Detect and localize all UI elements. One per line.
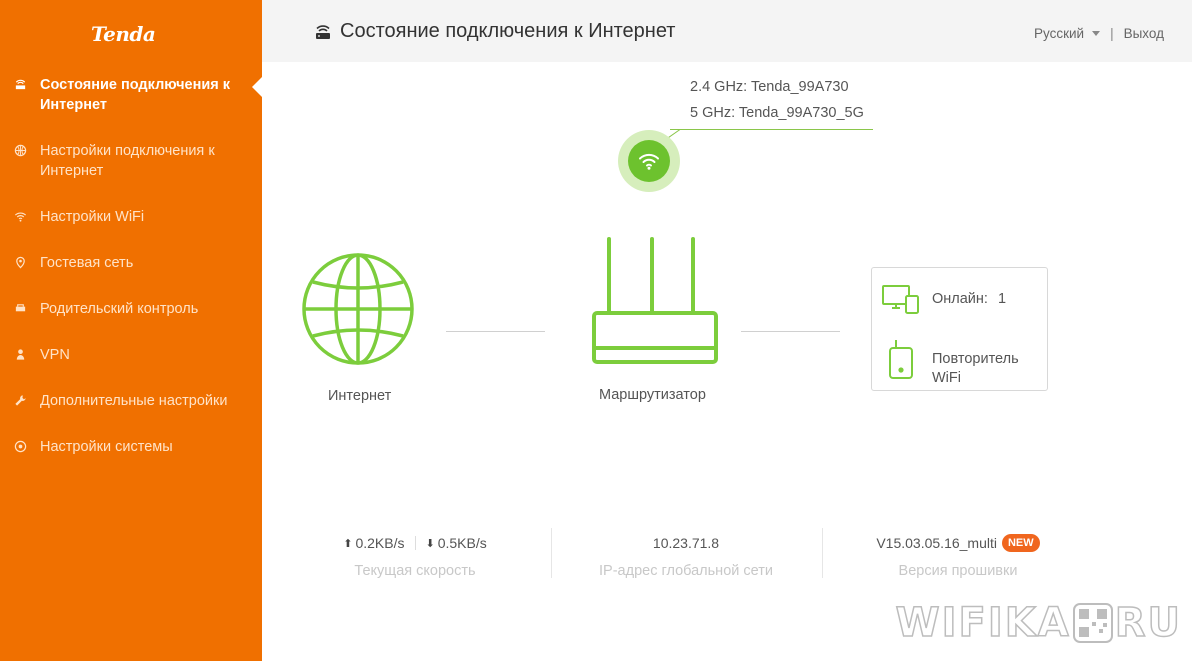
page-title-text: Состояние подключения к Интернет <box>340 20 676 42</box>
router-status-icon <box>0 75 40 91</box>
sidebar-item-label: VPN <box>40 347 70 363</box>
logout-link[interactable]: Выход <box>1124 26 1164 41</box>
wifi-status-button[interactable] <box>618 130 680 192</box>
sidebar-item-parental-control[interactable]: Родительский контроль <box>0 299 262 319</box>
sidebar-item-label: Гостевая сеть <box>40 255 134 271</box>
sidebar-item-system[interactable]: Настройки системы <box>0 437 262 457</box>
firmware-label: Версия прошивки <box>898 563 1018 579</box>
language-select[interactable]: Русский <box>1033 26 1101 41</box>
ssid-5ghz: 5 GHz: Tenda_99A730_5G <box>690 105 864 121</box>
online-count: 1 <box>997 291 1007 307</box>
watermark-text-left: WIFIKA <box>895 599 1071 647</box>
new-firmware-badge[interactable]: NEW <box>1001 534 1040 552</box>
watermark-text-right: RU <box>1114 599 1182 647</box>
system-icon <box>0 437 40 453</box>
sidebar-item-label: Дополнительные настройки <box>40 393 228 409</box>
firmware-value: V15.03.05.16_multi <box>876 535 997 551</box>
language-value: Русский <box>1033 26 1085 41</box>
active-pointer <box>252 77 262 97</box>
download-speed: 0.5KB/s <box>437 535 487 551</box>
devices-icon <box>882 285 919 314</box>
qr-icon <box>1072 603 1113 643</box>
arrow-up-icon: ⬆ <box>343 537 353 550</box>
header-actions: Русский | Выход <box>1034 26 1164 41</box>
sidebar-item-label: Настройки системы <box>40 439 173 455</box>
sidebar-item-advanced[interactable]: Дополнительные настройки <box>0 391 262 411</box>
vpn-icon <box>0 345 40 361</box>
speed-label: Текущая скорость <box>354 563 476 579</box>
router-status-icon <box>316 24 330 39</box>
online-label: Онлайн: <box>932 291 988 307</box>
internet-globe-icon[interactable] <box>301 252 415 366</box>
arrow-down-icon: ⬇ <box>425 537 435 550</box>
header: Состояние подключения к Интернет Русский… <box>262 0 1192 62</box>
repeater-label: Повторитель WiFi <box>932 351 1019 386</box>
wifika-watermark: WIFIKA RU <box>895 599 1182 647</box>
router-label: Маршрутизатор <box>599 387 706 403</box>
repeater-icon <box>889 340 913 379</box>
sidebar-item-internet-status[interactable]: Состояние подключения к Интернет <box>0 75 262 115</box>
parental-icon <box>0 299 40 315</box>
ssid-connector-line <box>670 129 873 130</box>
wifi-repeater[interactable]: Повторитель WiFi <box>882 338 1032 388</box>
internet-router-line <box>446 331 545 332</box>
sidebar-item-label: Настройки WiFi <box>40 209 145 225</box>
sidebar-item-label: Состояние подключения к Интернет <box>40 77 231 113</box>
router-icon[interactable] <box>590 234 720 368</box>
guest-icon <box>0 253 40 269</box>
wrench-icon <box>0 391 40 407</box>
ssid-24ghz: 2.4 GHz: Tenda_99A730 <box>690 79 849 95</box>
router-clients-line <box>741 331 840 332</box>
sidebar-item-label: Родительский контроль <box>40 301 199 317</box>
ip-value: 10.23.71.8 <box>652 535 720 551</box>
firmware-version: V15.03.05.16_multi NEW Версия прошивки <box>838 533 1078 579</box>
sidebar-item-guest-network[interactable]: Гостевая сеть <box>0 253 262 273</box>
globe-icon <box>0 141 40 157</box>
sidebar-item-label: Настройки подключения к Интернет <box>40 143 215 179</box>
sidebar-item-vpn[interactable]: VPN <box>0 345 262 365</box>
chevron-down-icon <box>1092 31 1101 36</box>
firmware-values: V15.03.05.16_multi NEW <box>838 533 1078 553</box>
wan-ip: 10.23.71.8 IP-адрес глобальной сети <box>566 533 806 579</box>
online-devices[interactable]: Онлайн: 1 <box>882 284 1006 314</box>
sidebar-item-wifi-settings[interactable]: Настройки WiFi <box>0 207 262 227</box>
internet-label: Интернет <box>328 388 392 404</box>
wifi-icon <box>628 140 670 182</box>
clients-panel: Онлайн: 1 Повторитель WiFi <box>871 267 1048 391</box>
tenda-logo: Tenda <box>91 22 156 46</box>
stats-divider <box>822 528 823 578</box>
wifi-icon <box>0 207 40 223</box>
ip-label: IP-адрес глобальной сети <box>599 563 773 579</box>
current-speed: ⬆ 0.2KB/s ⬇ 0.5KB/s Текущая скорость <box>300 533 530 579</box>
sidebar: Tenda Состояние подключения к Интернет Н… <box>0 0 262 661</box>
header-separator: | <box>1110 26 1114 41</box>
page-title: Состояние подключения к Интернет <box>314 20 675 43</box>
speed-divider <box>414 536 416 550</box>
stats-divider <box>551 528 552 578</box>
sidebar-item-internet-settings[interactable]: Настройки подключения к Интернет <box>0 141 262 181</box>
upload-speed: 0.2KB/s <box>355 535 405 551</box>
speed-values: ⬆ 0.2KB/s ⬇ 0.5KB/s <box>300 533 530 553</box>
